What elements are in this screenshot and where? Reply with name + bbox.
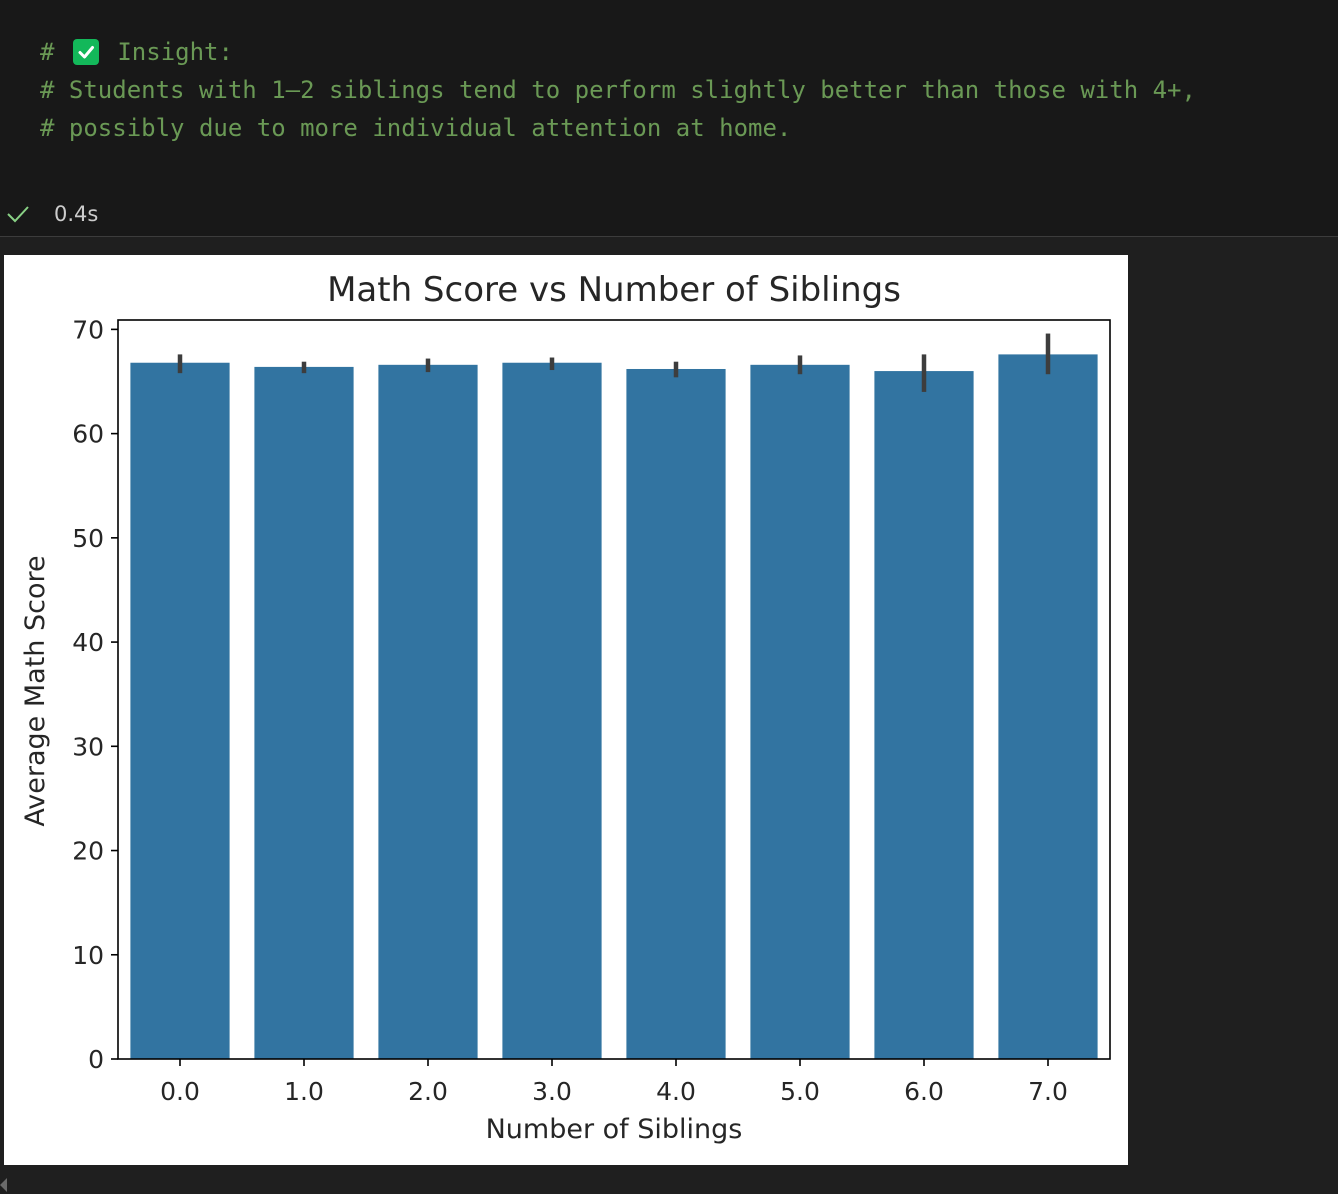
chart-figure: Math Score vs Number of Siblings 0 10 20 30…: [4, 255, 1128, 1165]
x-tick-label-4: 4.0: [656, 1077, 696, 1106]
y-tick-label-10: 10: [72, 941, 104, 970]
code-line-1: # Insight:: [40, 37, 233, 67]
code-line-2: # Students with 1–2 siblings tend to per…: [40, 76, 1196, 104]
bar-7: [998, 354, 1098, 1059]
x-tick-label-0: 0.0: [160, 1077, 200, 1106]
x-axis-label: Number of Siblings: [486, 1114, 743, 1145]
x-tick-label-1: 1.0: [284, 1077, 324, 1106]
code-line-3: # possibly due to more individual attent…: [40, 114, 792, 142]
bar-1: [254, 366, 354, 1060]
y-tick-label-60: 60: [72, 420, 104, 449]
y-tick-label-70: 70: [72, 315, 104, 344]
x-tick-label-5: 5.0: [780, 1077, 820, 1106]
bar-2: [378, 364, 478, 1059]
y-tick-label-40: 40: [72, 628, 104, 657]
insight-label: Insight:: [117, 38, 233, 66]
y-tick-label-30: 30: [72, 732, 104, 761]
comment-hash: #: [40, 38, 55, 66]
x-tick-label-2: 2.0: [408, 1077, 448, 1106]
bar-0: [130, 362, 230, 1059]
code-cell[interactable]: # Insight: # Students with 1–2 siblings …: [0, 0, 1338, 190]
execution-time: 0.4s: [54, 202, 99, 226]
bar-6: [874, 371, 974, 1059]
chart-title: Math Score vs Number of Siblings: [327, 270, 901, 310]
cell-status-bar: 0.4s: [0, 190, 1338, 237]
y-tick-label-0: 0: [88, 1045, 104, 1074]
scroll-left-arrow[interactable]: [0, 1178, 7, 1192]
bar-4: [626, 368, 726, 1059]
x-tick-label-3: 3.0: [532, 1077, 572, 1106]
x-tick-label-7: 7.0: [1028, 1077, 1068, 1106]
checkmark-emoji-icon: [72, 39, 99, 65]
y-tick-label-50: 50: [72, 524, 104, 553]
bar-chart: Math Score vs Number of Siblings 0 10 20 30…: [20, 270, 1111, 1145]
bar-3: [502, 362, 602, 1059]
x-tick-label-6: 6.0: [904, 1077, 944, 1106]
bar-5: [750, 364, 850, 1059]
check-icon: [6, 202, 30, 230]
y-axis-label: Average Math Score: [20, 555, 51, 826]
y-tick-label-20: 20: [72, 837, 104, 866]
